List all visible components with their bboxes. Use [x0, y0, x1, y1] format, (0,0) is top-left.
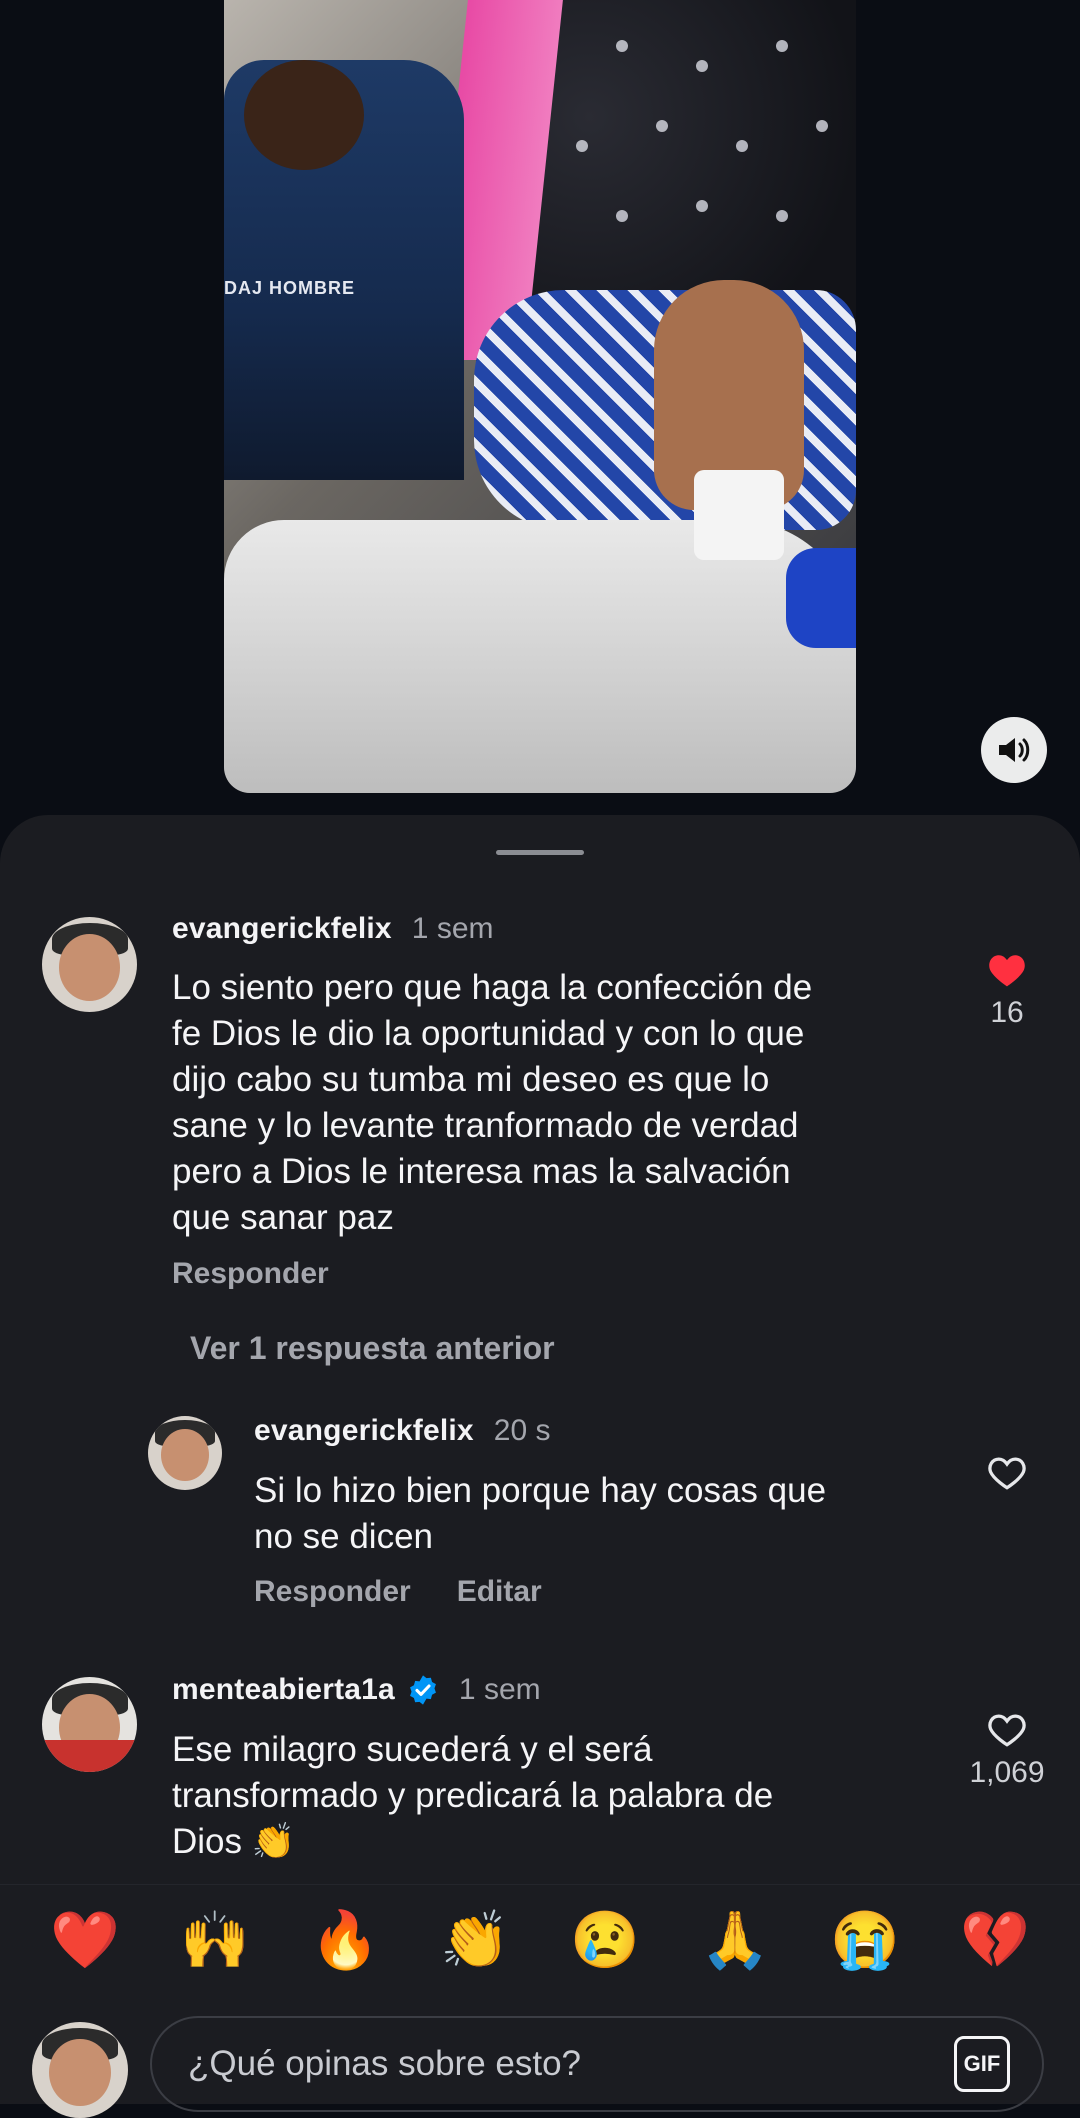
- view-previous-replies[interactable]: Ver 1 respuesta anterior: [190, 1330, 555, 1367]
- comment-text: Lo siento pero que haga la confección de…: [172, 968, 813, 1237]
- like-button[interactable]: 16: [947, 952, 1067, 1030]
- avatar[interactable]: [148, 1416, 222, 1490]
- arm-graphic: [786, 548, 856, 648]
- emoji-pray[interactable]: 🙏: [700, 1911, 770, 1968]
- comment-text: Si lo hizo bien porque hay cosas que no …: [254, 1471, 827, 1556]
- emoji-clap[interactable]: 👏: [440, 1911, 510, 1968]
- emoji-crying[interactable]: 😭: [830, 1911, 900, 1968]
- reply-button[interactable]: Responder: [254, 1575, 411, 1609]
- video-area: DAJ HOMBRE: [0, 0, 1080, 820]
- comment-actions: Responder: [172, 1257, 329, 1291]
- like-button[interactable]: [947, 1455, 1067, 1491]
- emoji-quick-bar: ❤️ 🙌 🔥 👏 😢 🙏 😭 💔: [0, 1884, 1080, 1994]
- heart-outline-icon: [988, 1457, 1026, 1490]
- comment-meta: evangerickfelix 20 s: [254, 1414, 551, 1448]
- comment-text: Ese milagro sucederá y el será transform…: [172, 1730, 774, 1861]
- comment-placeholder: ¿Qué opinas sobre esto?: [188, 2044, 582, 2083]
- emoji-broken-heart[interactable]: 💔: [960, 1911, 1030, 1968]
- comment-actions: Responder Editar: [254, 1575, 542, 1609]
- username[interactable]: evangerickfelix: [254, 1414, 474, 1448]
- emoji-sad[interactable]: 😢: [570, 1911, 640, 1968]
- emoji-raised-hands[interactable]: 🙌: [180, 1911, 250, 1968]
- verified-badge-icon: [409, 1675, 436, 1705]
- emoji-fire[interactable]: 🔥: [310, 1911, 380, 1968]
- gif-button[interactable]: GIF: [954, 2036, 1010, 2092]
- avatar[interactable]: [42, 917, 137, 1012]
- comment-input[interactable]: ¿Qué opinas sobre esto? GIF: [150, 2016, 1044, 2112]
- shirt-text: DAJ HOMBRE: [224, 278, 356, 298]
- cup-graphic: [694, 470, 784, 560]
- like-button[interactable]: 1,069: [947, 1712, 1067, 1790]
- reply-button[interactable]: Responder: [172, 1257, 329, 1291]
- comment-meta: menteabierta1a 1 sem: [172, 1673, 541, 1707]
- timestamp: 20 s: [493, 1414, 551, 1447]
- volume-button[interactable]: [981, 717, 1047, 783]
- heart-outline-icon: [988, 1714, 1026, 1747]
- comment-meta: evangerickfelix 1 sem: [172, 912, 494, 946]
- username[interactable]: evangerickfelix: [172, 912, 392, 946]
- like-count: 1,069: [969, 1756, 1045, 1789]
- speaker-icon: [999, 738, 1030, 762]
- like-count: 16: [990, 996, 1024, 1029]
- edit-button[interactable]: Editar: [457, 1575, 542, 1609]
- emoji-heart[interactable]: ❤️: [50, 1911, 120, 1968]
- person-graphic: DAJ HOMBRE: [224, 60, 464, 480]
- timestamp: 1 sem: [411, 912, 494, 945]
- timestamp: 1 sem: [458, 1673, 541, 1706]
- comment-composer: ¿Qué opinas sobre esto? GIF: [0, 1994, 1080, 2118]
- heart-filled-icon: [989, 955, 1025, 987]
- username[interactable]: menteabierta1a: [172, 1673, 395, 1707]
- bedsheet-graphic: [224, 520, 856, 793]
- avatar[interactable]: [42, 1677, 137, 1772]
- video-player[interactable]: DAJ HOMBRE: [224, 0, 856, 793]
- drag-handle[interactable]: [496, 850, 584, 855]
